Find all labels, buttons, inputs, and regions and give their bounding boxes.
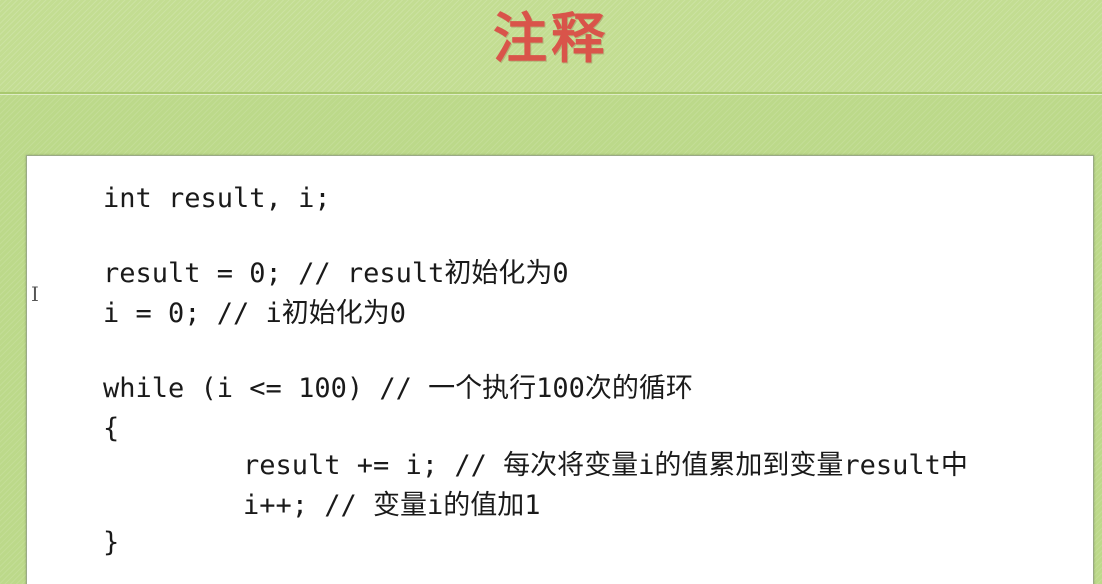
code-line-init-i: i = 0; // i初始化为0 xyxy=(103,298,407,329)
code-line-close-brace: } xyxy=(103,527,120,558)
code-line-open-brace: { xyxy=(103,413,120,444)
code-line-while: while (i <= 100) // 一个执行100次的循环 xyxy=(103,373,693,404)
code-line-accumulate: result += i; // 每次将变量i的值累加到变量result中 xyxy=(243,450,968,481)
slide-title: 注释 xyxy=(493,6,609,70)
text-cursor-icon: I xyxy=(31,282,39,306)
code-line-declaration: int result, i; xyxy=(103,183,331,214)
code-panel: int result, i; result = 0; // result初始化为… xyxy=(26,155,1094,584)
code-line-init-result: result = 0; // result初始化为0 xyxy=(103,258,569,289)
code-line-increment: i++; // 变量i的值加1 xyxy=(243,490,541,521)
